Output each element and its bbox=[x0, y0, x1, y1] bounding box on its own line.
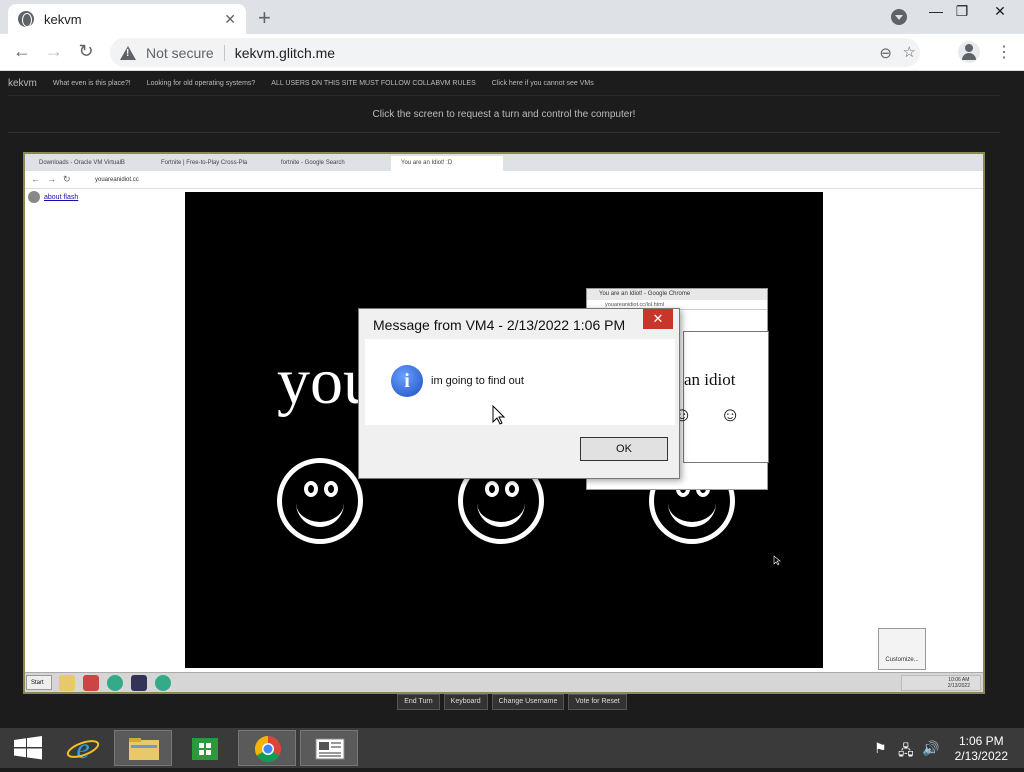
vm-media-icon[interactable] bbox=[83, 675, 99, 691]
bookmark-star-icon[interactable]: ☆ bbox=[903, 43, 916, 61]
dialog-message: im going to find out bbox=[431, 375, 524, 387]
back-icon[interactable]: ← bbox=[11, 41, 33, 62]
new-tab-button[interactable]: + bbox=[258, 5, 271, 31]
vm-start-button[interactable]: Start bbox=[26, 675, 52, 690]
popup-content: an idiot ☺ ☺ bbox=[672, 331, 769, 463]
info-icon: i bbox=[391, 365, 423, 397]
windows-start-icon[interactable] bbox=[0, 730, 58, 766]
nav-link-about[interactable]: What even is this place?! bbox=[53, 80, 131, 87]
vm-actions: End Turn Keyboard Change Username Vote f… bbox=[0, 694, 1024, 714]
globe-icon bbox=[18, 11, 34, 27]
vm-tab-fortnite[interactable]: Fortnite | Free-to-Play Cross-Pla bbox=[151, 156, 267, 171]
popup-title: You are an Idiot! - Google Chrome bbox=[587, 289, 767, 300]
keyboard-button[interactable]: Keyboard bbox=[443, 694, 488, 710]
reload-icon[interactable]: ↻ bbox=[75, 41, 97, 62]
vm-virtualbox-icon[interactable] bbox=[131, 675, 147, 691]
vm-taskbar: Start 10:06 AM 2/13/2022 bbox=[25, 672, 983, 692]
clock-time: 1:06 PM bbox=[958, 734, 1004, 748]
address-bar[interactable]: Not secure kekvm.glitch.me ⊖ ☆ bbox=[110, 38, 920, 67]
news-app-icon[interactable] bbox=[300, 730, 358, 766]
customize-popup[interactable]: Customize... bbox=[878, 628, 926, 670]
vm-tab-google-search[interactable]: fortnite - Google Search bbox=[271, 156, 387, 171]
vm-tab-idiot[interactable]: You are an Idiot! :D bbox=[391, 156, 503, 171]
flag-icon[interactable]: ⚑ bbox=[874, 740, 887, 757]
vm-clock: 10:06 AM 2/13/2022 bbox=[948, 677, 970, 689]
restore-button[interactable]: ❐ bbox=[942, 3, 982, 20]
forward-icon[interactable]: → bbox=[43, 41, 65, 62]
turn-hint: Click the screen to request a turn and c… bbox=[8, 95, 1000, 133]
tab-close-icon[interactable]: ✕ bbox=[224, 11, 236, 28]
vm-reload-icon[interactable]: ↻ bbox=[63, 174, 71, 185]
not-secure-label[interactable]: Not secure bbox=[146, 45, 214, 61]
vm-forward-icon[interactable]: → bbox=[47, 174, 56, 184]
tab-title: kekvm bbox=[44, 11, 82, 27]
smiley-icon: ☺ bbox=[720, 404, 741, 426]
mouse-cursor-icon bbox=[492, 405, 506, 425]
tab-kekvm[interactable]: kekvm ✕ bbox=[8, 4, 246, 34]
popup-idiot-text: an idiot bbox=[684, 370, 736, 389]
nav-link-old-os[interactable]: Looking for old operating systems? bbox=[147, 80, 256, 87]
nav-link-help[interactable]: Click here if you cannot see VMs bbox=[492, 80, 594, 87]
vm-chrome-icon[interactable] bbox=[155, 675, 171, 691]
page-content: kekvm What even is this place?! Looking … bbox=[0, 71, 1024, 728]
vm-back-icon[interactable]: ← bbox=[31, 174, 40, 184]
volume-icon[interactable]: 🔊 bbox=[922, 740, 939, 757]
close-window-button[interactable]: ✕ bbox=[980, 3, 1020, 20]
vote-reset-button[interactable]: Vote for Reset bbox=[568, 694, 627, 710]
nav-link-rules[interactable]: ALL USERS ON THIS SITE MUST FOLLOW COLLA… bbox=[271, 80, 475, 87]
vm-folder-icon[interactable] bbox=[59, 675, 75, 691]
ok-button[interactable]: OK bbox=[580, 437, 668, 461]
browser-toolbar: ← → ↻ Not secure kekvm.glitch.me ⊖ ☆ ⋮ bbox=[0, 34, 1024, 71]
vm-clock-date: 2/13/2022 bbox=[947, 683, 970, 689]
system-clock[interactable]: 1:06 PM 2/13/2022 bbox=[955, 734, 1008, 764]
mouse-cursor-icon bbox=[773, 555, 781, 566]
dialog-close-button[interactable]: ✕ bbox=[643, 309, 673, 329]
profile-avatar-icon[interactable] bbox=[958, 41, 980, 63]
message-dialog: Message from VM4 - 2/13/2022 1:06 PM ✕ i… bbox=[358, 308, 680, 479]
flash-icon bbox=[28, 191, 40, 203]
change-username-button[interactable]: Change Username bbox=[491, 694, 565, 710]
menu-kebab-icon[interactable]: ⋮ bbox=[996, 42, 1012, 62]
vm-tab-downloads[interactable]: Downloads - Oracle VM VirtualB bbox=[29, 156, 147, 171]
zoom-icon[interactable]: ⊖ bbox=[879, 44, 892, 62]
file-explorer-icon[interactable] bbox=[114, 730, 172, 766]
vm-system-tray: 10:06 AM 2/13/2022 bbox=[901, 675, 981, 691]
clock-date: 2/13/2022 bbox=[954, 749, 1008, 763]
vm-browser-toolbar: ← → ↻ youareanidiot.cc bbox=[25, 171, 983, 189]
chrome-icon[interactable] bbox=[238, 730, 296, 766]
url-text[interactable]: kekvm.glitch.me bbox=[235, 45, 335, 61]
about-flash-link[interactable]: about flash bbox=[28, 191, 78, 203]
dialog-footer: OK bbox=[365, 425, 675, 473]
dialog-body: i im going to find out bbox=[365, 339, 675, 425]
about-flash-label[interactable]: about flash bbox=[44, 194, 78, 201]
tab-strip: kekvm ✕ + — ❐ ✕ bbox=[0, 0, 1024, 34]
tab-search-icon[interactable] bbox=[891, 9, 907, 25]
network-icon[interactable]: 🖧 bbox=[898, 740, 914, 764]
site-brand[interactable]: kekvm bbox=[8, 78, 37, 89]
vm-browser-tabs: Downloads - Oracle VM VirtualB Fortnite … bbox=[25, 154, 983, 171]
end-turn-button[interactable]: End Turn bbox=[397, 694, 440, 710]
windows-taskbar: e ⚑ 🖧 🔊 1:06 PM 2/13/2022 bbox=[0, 728, 1024, 768]
omnibox-divider bbox=[223, 44, 225, 61]
dialog-title: Message from VM4 - 2/13/2022 1:06 PM bbox=[373, 317, 626, 333]
internet-explorer-icon[interactable]: e bbox=[54, 730, 112, 766]
site-nav: kekvm What even is this place?! Looking … bbox=[0, 71, 1024, 95]
smiley-icon bbox=[277, 458, 363, 544]
warning-icon bbox=[120, 45, 136, 60]
vm-url-text[interactable]: youareanidiot.cc bbox=[95, 177, 139, 183]
store-icon[interactable] bbox=[176, 730, 234, 766]
vm-chrome-icon[interactable] bbox=[107, 675, 123, 691]
svg-text:e: e bbox=[76, 732, 89, 765]
